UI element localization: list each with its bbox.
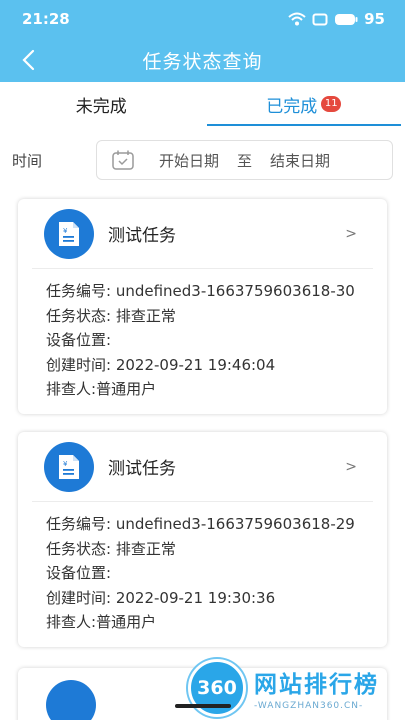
date-separator: 至 [237,151,253,170]
document-icon: ¥ [44,441,94,492]
field-value: undefined3-1663759603618-29 [115,515,355,533]
field-value: 2022-09-21 19:30:36 [115,588,276,607]
task-status-row: 任务状态: 排查正常 [46,537,387,562]
status-time: 21:28 [22,10,70,28]
card-title: 测试任务 [108,226,176,246]
field-label: 创建时间: [46,355,116,374]
task-status-row: 任务状态: 排查正常 [46,304,387,329]
end-date-field[interactable]: 结束日期 [270,150,330,171]
field-label: 任务状态: [46,539,116,558]
field-value: 排查正常 [115,306,176,325]
filter-label: 时间 [12,151,43,170]
screen-icon [312,13,328,25]
watermark-logo: 360 [188,659,246,717]
device-location-row: 设备位置: [46,328,387,353]
field-value: 排查正常 [115,539,176,558]
created-time-row: 创建时间: 2022-09-21 19:46:04 [46,353,387,378]
task-number-row: 任务编号: undefined3-1663759603618-29 [46,512,387,537]
chevron-right-icon: > [345,225,357,242]
field-value: 2022-09-21 19:46:04 [115,355,276,374]
chevron-left-icon [22,49,35,71]
inspector-row: 排查人:普通用户 [46,610,387,635]
nav-bar: 任务状态查询 [0,38,405,82]
field-value: undefined3-1663759603618-30 [115,282,355,300]
start-date-field[interactable]: 开始日期 [159,150,219,171]
task-card[interactable]: ¥ 测试任务 > 任务编号: undefined3-1663759603618-… [18,199,387,414]
inspector-row: 排查人:普通用户 [46,377,387,402]
field-label: 设备位置: [46,331,112,349]
svg-text:¥: ¥ [63,460,68,468]
tab-completed[interactable]: 已完成 11 [203,82,405,126]
field-label: 排查人: [46,613,97,631]
tab-label: 未完成 [75,96,127,117]
created-time-row: 创建时间: 2022-09-21 19:30:36 [46,586,387,611]
card-header: ¥ 测试任务 > [32,199,373,269]
field-label: 设备位置: [46,564,112,582]
watermark: 360 网站排行榜 -WANGZHAN360.CN- [188,658,403,718]
field-label: 任务编号: [46,282,116,300]
home-indicator[interactable] [175,704,231,708]
field-label: 创建时间: [46,588,116,607]
status-tabs: 未完成 已完成 11 [0,82,405,126]
status-icons: 95 [288,10,385,28]
tab-label: 已完成 [266,96,318,117]
status-bar: 21:28 95 [0,0,405,38]
device-location-row: 设备位置: [46,561,387,586]
field-value: 普通用户 [96,613,157,631]
watermark-text: 网站排行榜 -WANGZHAN360.CN- [254,665,379,711]
field-label: 任务编号: [46,515,116,533]
battery-level: 95 [364,10,385,28]
time-filter: 时间 开始日期 至 结束日期 [0,126,405,194]
field-label: 任务状态: [46,306,116,325]
field-label: 排查人: [46,380,97,398]
card-details: 任务编号: undefined3-1663759603618-29 任务状态: … [18,502,387,647]
task-number-row: 任务编号: undefined3-1663759603618-30 [46,279,387,304]
task-card[interactable]: ¥ 测试任务 > 任务编号: undefined3-1663759603618-… [18,432,387,647]
app-header: 21:28 95 任务状态查询 [0,0,405,82]
date-range-picker[interactable]: 开始日期 至 结束日期 [96,140,393,180]
chevron-right-icon: > [345,458,357,475]
document-icon: ¥ [44,208,94,259]
watermark-subtitle: -WANGZHAN360.CN- [254,701,364,711]
card-header: ¥ 测试任务 > [32,432,373,502]
tab-incomplete[interactable]: 未完成 [0,82,203,126]
field-value: 普通用户 [96,380,157,398]
card-details: 任务编号: undefined3-1663759603618-30 任务状态: … [18,269,387,414]
back-button[interactable] [14,46,42,74]
watermark-title: 网站排行榜 [254,672,379,698]
calendar-icon [112,150,134,170]
page-title: 任务状态查询 [142,50,263,73]
document-icon [46,680,96,720]
card-title: 测试任务 [108,459,176,479]
svg-text:¥: ¥ [63,227,68,235]
battery-icon [335,13,358,25]
count-badge: 11 [321,96,342,112]
wifi-icon [288,12,306,26]
